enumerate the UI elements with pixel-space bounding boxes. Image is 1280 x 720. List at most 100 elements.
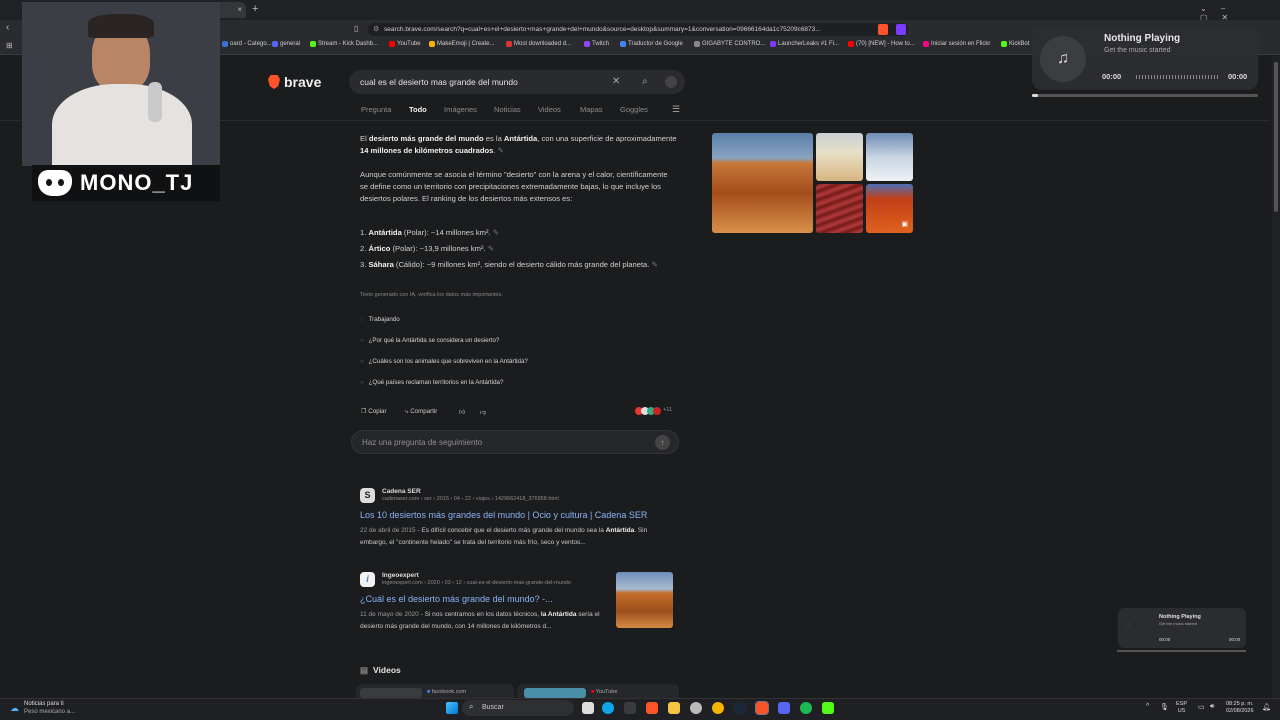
task-view-icon[interactable] bbox=[582, 702, 594, 714]
desert-image[interactable] bbox=[816, 133, 863, 181]
video-thumbnail[interactable] bbox=[360, 688, 422, 698]
clock[interactable]: 08:25 p. m. 02/08/2026 bbox=[1226, 701, 1254, 715]
videos-section-header: ▤ Videos bbox=[360, 665, 401, 675]
tab-goggles[interactable]: Goggles bbox=[620, 105, 648, 114]
new-tab-button[interactable]: + bbox=[252, 3, 258, 15]
tray-chevron-icon[interactable]: ^ bbox=[1146, 703, 1149, 710]
webcam-overlay bbox=[22, 2, 220, 166]
weather-icon[interactable]: ☁ bbox=[10, 703, 19, 714]
tab-close-icon[interactable]: × bbox=[237, 5, 242, 14]
cap-shape bbox=[88, 14, 154, 38]
apps-grid-icon[interactable]: ⊞ bbox=[6, 41, 13, 50]
scrollbar-thumb[interactable] bbox=[1274, 62, 1278, 212]
microphone-icon[interactable]: 🎙︎ bbox=[1160, 703, 1169, 711]
filters-icon[interactable]: ☰ bbox=[672, 104, 680, 115]
ask-icon[interactable] bbox=[665, 76, 677, 88]
thumbs-down-icon[interactable]: 👎︎ bbox=[480, 408, 486, 416]
bookmark-favicon-icon bbox=[506, 41, 512, 47]
bookmark-item[interactable]: (70) [NEW] - How to... bbox=[848, 41, 915, 47]
result-thumbnail[interactable] bbox=[616, 572, 673, 628]
back-icon[interactable]: ‹ bbox=[6, 22, 9, 33]
news-widget[interactable]: Noticias para ti Peso mexicano a... bbox=[24, 700, 75, 716]
bookmark-item[interactable]: YouTube bbox=[389, 41, 421, 47]
pencil-icon[interactable]: ✎ bbox=[649, 260, 658, 269]
network-icon[interactable]: ▭ bbox=[1198, 703, 1205, 711]
bookmark-item[interactable]: Most downloaded d... bbox=[506, 41, 571, 47]
send-arrow-icon[interactable]: ↑ bbox=[655, 435, 670, 450]
address-bar[interactable]: ⚙ search.brave.com/search?q=cual+es+el+d… bbox=[368, 23, 908, 36]
result-url[interactable]: ingeoexpert.com › 2020 › 03 › 12 › cual-… bbox=[382, 580, 571, 586]
pencil-icon[interactable]: ✎ bbox=[491, 228, 499, 237]
tab-todo[interactable]: Todo bbox=[409, 105, 427, 114]
pencil-icon[interactable]: ✎ bbox=[486, 244, 494, 253]
kickbot-favicon-icon bbox=[1001, 41, 1007, 47]
suggestion-item[interactable]: ○ ¿Qué países reclaman territorios en la … bbox=[360, 379, 503, 386]
bookmark-item[interactable]: GIGABYTE CONTRO... bbox=[694, 41, 765, 47]
bookmark-item[interactable]: LauncherLeaks #1 Fi... bbox=[770, 41, 839, 47]
suggestion-item[interactable]: ○ ¿Cuáles son los animales que sobreviven… bbox=[360, 358, 528, 365]
discord-taskbar-icon[interactable] bbox=[778, 702, 790, 714]
ai-disclaimer: Texto generado con IA, verifica los dato… bbox=[360, 292, 503, 298]
bookmark-item[interactable]: KickBot bbox=[1001, 41, 1029, 47]
search-icon: ⌕ bbox=[469, 702, 474, 711]
antarctica-image[interactable] bbox=[866, 133, 913, 181]
thumbs-up-icon[interactable]: 👍︎ bbox=[459, 408, 465, 416]
chrome-icon[interactable] bbox=[712, 702, 724, 714]
language-indicator[interactable]: ESP US bbox=[1176, 701, 1187, 715]
video-source: ■ facebook.com bbox=[427, 689, 467, 695]
volume-icon[interactable]: 🔊︎ bbox=[1210, 703, 1214, 711]
suggestion-item[interactable]: ○ ¿Por qué la Antártida se considera un d… bbox=[360, 337, 499, 344]
brave-logo[interactable]: brave bbox=[268, 74, 321, 90]
bookmark-item[interactable]: MakeEmoji | Create... bbox=[429, 41, 495, 47]
bookmark-item[interactable]: Iniciar sesión en Flickr bbox=[923, 41, 990, 47]
result-snippet: 22 de abril de 2015 - Es difícil concebi… bbox=[360, 527, 648, 546]
result-snippet: 11 de mayo de 2020 - Si nos centramos en… bbox=[360, 611, 600, 630]
search-icon[interactable]: ⌕ bbox=[642, 76, 648, 87]
bookmark-item[interactable]: Stream - Kick Dashb... bbox=[310, 41, 378, 47]
share-button[interactable]: ⤷ Compartir bbox=[405, 408, 437, 416]
clear-search-icon[interactable]: ✕ bbox=[612, 76, 620, 87]
app-icon[interactable] bbox=[624, 702, 636, 714]
file-explorer-icon[interactable] bbox=[668, 702, 680, 714]
music-time-start: 00:00 bbox=[1159, 637, 1171, 642]
tab-noticias[interactable]: Noticias bbox=[494, 105, 521, 114]
copy-button[interactable]: ❐ Copiar bbox=[361, 408, 387, 415]
notification-bell-icon[interactable]: 🔔︎ bbox=[1262, 703, 1271, 711]
tab-imagenes[interactable]: Imágenes bbox=[444, 105, 477, 114]
pencil-icon[interactable]: ✎ bbox=[498, 146, 504, 155]
desert-image[interactable] bbox=[816, 184, 863, 233]
bookmark-item[interactable]: oard - Catego... bbox=[222, 41, 272, 47]
edge-icon[interactable] bbox=[602, 702, 614, 714]
leo-icon[interactable] bbox=[896, 24, 906, 35]
result-title-link[interactable]: Los 10 desiertos más grandes del mundo |… bbox=[360, 510, 647, 520]
desert-image[interactable] bbox=[712, 133, 813, 233]
tab-pregunta[interactable]: Pregunta bbox=[361, 105, 391, 114]
facebook-icon: ■ bbox=[427, 689, 431, 695]
video-thumbnail[interactable] bbox=[524, 688, 586, 698]
bookmark-item[interactable]: Twitch bbox=[584, 41, 609, 47]
kick-icon[interactable] bbox=[822, 702, 834, 714]
settings-gear-icon[interactable] bbox=[690, 702, 702, 714]
brave-taskbar-icon[interactable] bbox=[646, 702, 658, 714]
windows-start-icon[interactable] bbox=[446, 702, 458, 714]
site-info-icon[interactable]: ⚙ bbox=[373, 25, 379, 33]
desert-image[interactable]: ▣ bbox=[866, 184, 913, 233]
followup-input[interactable]: Haz una pregunta de seguimiento bbox=[351, 430, 679, 454]
brave-active-icon[interactable] bbox=[755, 701, 769, 715]
taskbar-search[interactable]: ⌕ Buscar bbox=[462, 700, 574, 716]
tab-videos[interactable]: Videos bbox=[538, 105, 561, 114]
brave-shields-icon[interactable] bbox=[878, 24, 888, 35]
bookmark-icon[interactable]: ▯ bbox=[354, 24, 358, 33]
search-input[interactable]: cual es el desierto mas grande del mundo bbox=[349, 70, 685, 94]
spotify-icon[interactable] bbox=[800, 702, 812, 714]
steam-icon[interactable] bbox=[734, 702, 746, 714]
spinner-icon: ◌ bbox=[360, 316, 364, 323]
bookmark-item[interactable]: Traductor de Google bbox=[620, 41, 683, 47]
result-url[interactable]: cadenaser.com › ser › 2015 › 04 › 22 › v… bbox=[382, 496, 559, 502]
tab-mapas[interactable]: Mapas bbox=[580, 105, 603, 114]
youtube-favicon-icon bbox=[389, 41, 395, 47]
cadena-ser-favicon-icon: S bbox=[360, 488, 375, 503]
sources-avatars[interactable]: +11 bbox=[635, 407, 672, 415]
result-title-link[interactable]: ¿Cuál es el desierto más grande del mund… bbox=[360, 594, 553, 604]
bookmark-item[interactable]: general bbox=[272, 41, 300, 47]
